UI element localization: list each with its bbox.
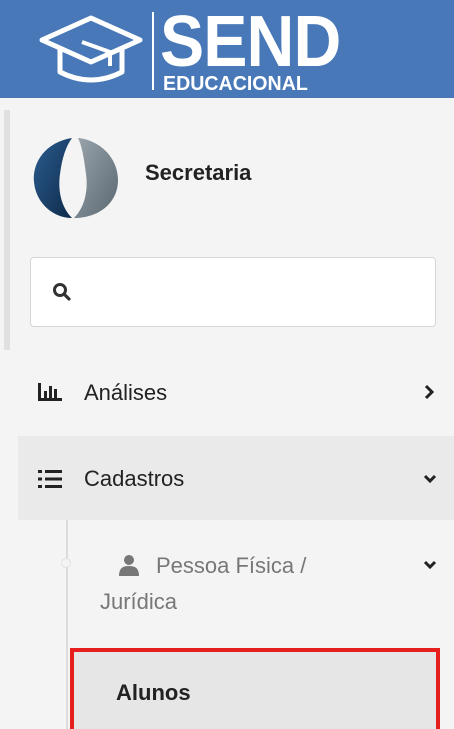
profile-name: Secretaria	[145, 160, 252, 185]
submenu-item-label-line2: Jurídica	[100, 589, 178, 614]
chevron-down-icon	[423, 474, 437, 484]
submenu-node	[61, 558, 71, 568]
menu-item-cadastros[interactable]: Cadastros	[18, 436, 454, 520]
menu-item-label: Análises	[84, 380, 168, 405]
brand-title: SEND	[160, 2, 341, 82]
list-icon	[38, 470, 62, 488]
menu-item-label: Cadastros	[84, 466, 185, 491]
menu-item-analises[interactable]: Análises	[18, 350, 454, 436]
submenu-item-label: Pessoa Física /	[156, 553, 307, 578]
sidebar-border	[4, 110, 10, 350]
search-input[interactable]	[81, 258, 425, 328]
brand-subtitle: EDUCACIONAL	[163, 73, 308, 95]
alunos-label[interactable]: Alunos	[116, 680, 191, 706]
bar-chart-icon	[38, 383, 62, 401]
chevron-right-icon	[424, 384, 435, 400]
search-icon	[53, 283, 71, 301]
search-box[interactable]	[30, 257, 436, 328]
submenu-item-pessoa[interactable]: Pessoa Física / Jurídica	[100, 548, 360, 620]
logo-separator	[152, 12, 154, 90]
graduation-cap-icon	[39, 15, 143, 83]
submenu-line	[66, 520, 68, 729]
avatar[interactable]	[30, 136, 120, 220]
chevron-down-icon	[423, 560, 437, 570]
app-header: SEND EDUCACIONAL	[0, 0, 454, 98]
